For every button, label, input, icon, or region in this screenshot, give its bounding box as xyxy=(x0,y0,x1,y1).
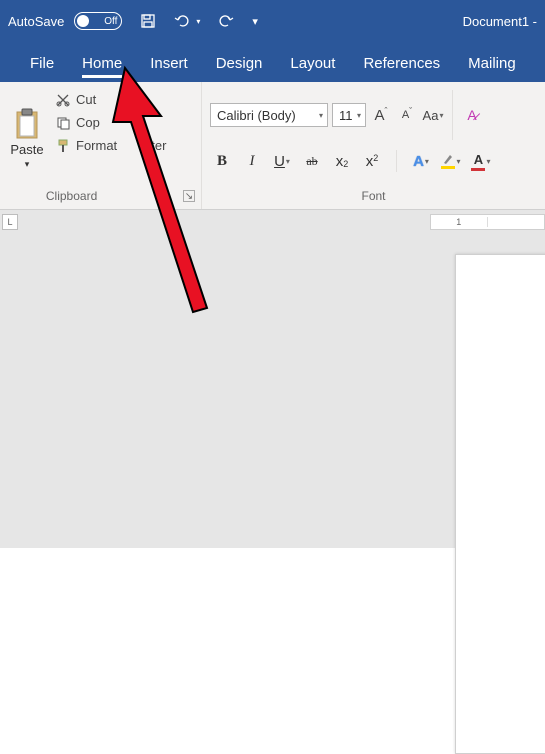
tab-design[interactable]: Design xyxy=(202,47,277,82)
document-title: Document1 - xyxy=(463,14,537,29)
font-group-label: Font xyxy=(361,189,385,203)
group-clipboard: Paste ▾ Cut Cop Format inter xyxy=(0,82,202,209)
tab-insert[interactable]: Insert xyxy=(136,47,202,82)
font-color-icon: A xyxy=(471,152,485,171)
ribbon: Paste ▾ Cut Cop Format inter xyxy=(0,82,545,210)
text-effects-button[interactable]: A ▾ xyxy=(411,153,431,170)
format-painter-label2: inter xyxy=(141,138,166,153)
cut-label: Cut xyxy=(76,92,96,107)
shrink-font-button[interactable]: Aˇ xyxy=(396,104,418,126)
grow-font-icon: Aˆ xyxy=(374,107,387,124)
autosave-knob-icon xyxy=(77,15,89,27)
change-case-button[interactable]: Aa ▾ xyxy=(422,104,444,126)
save-icon[interactable] xyxy=(140,13,156,29)
highlight-button[interactable]: ▾ xyxy=(441,153,461,169)
chevron-down-icon: ▾ xyxy=(319,111,323,120)
font-size-dropdown[interactable]: 11 ▾ xyxy=(332,103,366,127)
format-painter-button[interactable]: Format inter xyxy=(56,138,166,153)
tab-home[interactable]: Home xyxy=(68,47,136,82)
subscript-button[interactable]: x2 xyxy=(332,153,352,170)
font-size-value: 11 xyxy=(339,108,353,123)
clipboard-group-label: Clipboard xyxy=(46,189,97,203)
chevron-down-icon: ▾ xyxy=(286,157,290,166)
font-color-button[interactable]: A ▾ xyxy=(471,152,491,171)
change-case-label: Aa xyxy=(423,108,439,123)
clear-formatting-button[interactable]: A̷ xyxy=(461,104,483,126)
menu-bar: File Home Insert Design Layout Reference… xyxy=(0,42,545,82)
underline-label: U xyxy=(274,153,285,170)
ruler-corner-icon[interactable]: L xyxy=(2,214,18,230)
group-font: Calibri (Body) ▾ 11 ▾ Aˆ Aˇ Aa ▾ xyxy=(202,82,545,209)
workspace: L 1 xyxy=(0,210,545,548)
grow-font-button[interactable]: Aˆ xyxy=(370,104,392,126)
undo-icon[interactable]: ▾ xyxy=(174,13,200,29)
tab-references[interactable]: References xyxy=(349,47,454,82)
customize-qat-icon[interactable]: ▾ xyxy=(252,15,258,28)
shrink-font-icon: Aˇ xyxy=(402,109,412,121)
bold-button[interactable]: B xyxy=(212,153,232,170)
autosave-label: AutoSave xyxy=(8,14,64,29)
autosave-state: Off xyxy=(104,16,117,27)
title-bar: AutoSave Off ▾ ▾ Document1 - xyxy=(0,0,545,42)
ruler-tick: 1 xyxy=(431,217,488,227)
chevron-down-icon: ▾ xyxy=(439,111,443,120)
scissors-icon xyxy=(56,93,70,107)
tab-file[interactable]: File xyxy=(16,47,68,82)
clear-formatting-icon: A̷ xyxy=(467,107,476,123)
paste-label: Paste xyxy=(10,142,43,157)
document-page[interactable] xyxy=(455,254,545,754)
tab-mailings[interactable]: Mailing xyxy=(454,47,530,82)
paintbrush-icon xyxy=(56,139,70,153)
chevron-down-icon: ▾ xyxy=(357,111,361,120)
autosave-toggle[interactable]: Off xyxy=(74,12,122,30)
paste-button[interactable]: Paste ▾ xyxy=(6,86,48,187)
highlight-icon xyxy=(441,153,455,169)
cut-button[interactable]: Cut xyxy=(56,92,166,107)
italic-button[interactable]: I xyxy=(242,153,262,170)
text-effects-icon: A xyxy=(413,153,424,170)
copy-label: Cop xyxy=(76,115,100,130)
quick-access-toolbar: ▾ ▾ xyxy=(140,13,258,29)
horizontal-ruler[interactable]: 1 xyxy=(430,214,545,230)
tab-layout[interactable]: Layout xyxy=(276,47,349,82)
font-name-value: Calibri (Body) xyxy=(217,108,296,123)
superscript-button[interactable]: x2 xyxy=(362,153,382,170)
chevron-down-icon: ▾ xyxy=(486,157,490,166)
clipboard-launcher-icon[interactable]: ↘ xyxy=(183,190,195,202)
copy-button[interactable]: Cop xyxy=(56,115,166,130)
chevron-down-icon: ▾ xyxy=(425,157,429,166)
strikethrough-button[interactable]: ab xyxy=(302,154,322,169)
chevron-down-icon: ▾ xyxy=(25,159,30,170)
clipboard-icon xyxy=(13,108,41,140)
chevron-down-icon: ▾ xyxy=(456,157,460,166)
chevron-down-icon: ▾ xyxy=(196,17,200,26)
font-name-dropdown[interactable]: Calibri (Body) ▾ xyxy=(210,103,328,127)
format-painter-label: Format xyxy=(76,138,117,153)
copy-icon xyxy=(56,116,70,130)
underline-button[interactable]: U ▾ xyxy=(272,153,292,170)
redo-icon[interactable] xyxy=(218,13,234,29)
divider xyxy=(452,90,453,140)
divider xyxy=(396,150,397,172)
